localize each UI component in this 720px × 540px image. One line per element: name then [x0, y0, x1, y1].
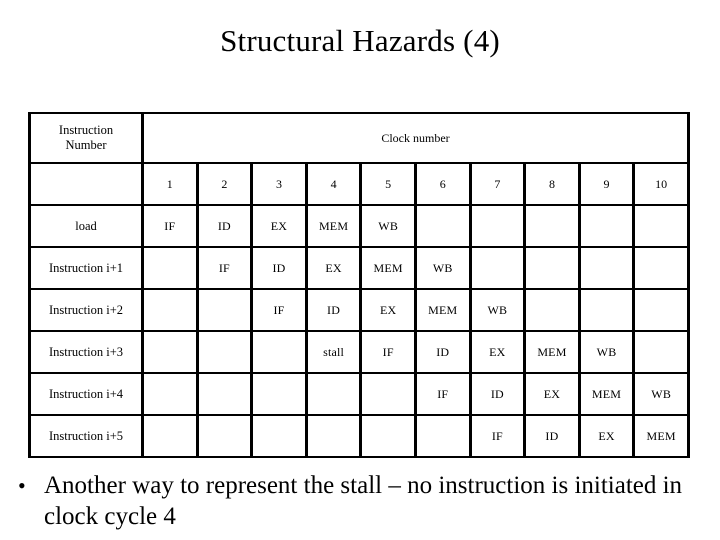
- table-row: Instruction i+1 IF ID EX MEM WB: [28, 246, 690, 290]
- header-instruction-number: Instruction Number: [28, 112, 144, 164]
- cell-i5-c4: [304, 414, 363, 458]
- bullet-point-icon: •: [18, 473, 26, 498]
- cell-i2-c10: [632, 288, 690, 332]
- clock-number-4: 4: [304, 162, 363, 206]
- clock-number-row: 1 2 3 4 5 6 7 8 9 10: [28, 162, 690, 206]
- clock-number-1: 1: [141, 162, 199, 206]
- slide-canvas: Structural Hazards (4) Instruction Numbe…: [0, 0, 720, 540]
- row-label-instruction-i2: Instruction i+2: [28, 288, 144, 332]
- cell-i2-c8: [523, 288, 581, 332]
- row-label-load: load: [28, 204, 144, 248]
- header-clock-number: Clock number: [141, 112, 690, 164]
- cell-i4-c9: MEM: [577, 372, 636, 416]
- cell-i4-c8: EX: [523, 372, 581, 416]
- cell-i1-c1: [141, 246, 199, 290]
- cell-i4-c1: [141, 372, 199, 416]
- cell-i3-c9: WB: [577, 330, 636, 374]
- clock-row-blank-corner: [28, 162, 144, 206]
- cell-i1-c2: IF: [195, 246, 254, 290]
- row-label-instruction-i3: Instruction i+3: [28, 330, 144, 374]
- list-item: • Another way to represent the stall – n…: [14, 470, 704, 532]
- cell-i2-c3: IF: [250, 288, 308, 332]
- clock-number-8: 8: [523, 162, 581, 206]
- cell-i3-c5: IF: [359, 330, 417, 374]
- cell-i4-c4: [304, 372, 363, 416]
- table-row: Instruction i+3 stall IF ID EX MEM WB: [28, 330, 690, 374]
- cell-i3-c3: [250, 330, 308, 374]
- cell-i2-c9: [577, 288, 636, 332]
- cell-i1-c9: [577, 246, 636, 290]
- cell-load-c9: [577, 204, 636, 248]
- cell-load-c6: [413, 204, 472, 248]
- cell-i5-c5: [359, 414, 417, 458]
- cell-i1-c6: WB: [413, 246, 472, 290]
- row-label-instruction-i4: Instruction i+4: [28, 372, 144, 416]
- row-label-instruction-i5: Instruction i+5: [28, 414, 144, 458]
- clock-number-5: 5: [359, 162, 417, 206]
- clock-number-9: 9: [577, 162, 636, 206]
- cell-i5-c7: IF: [468, 414, 527, 458]
- table-header-row: Instruction Number Clock number: [28, 112, 690, 164]
- cell-i4-c2: [195, 372, 254, 416]
- cell-load-c10: [632, 204, 690, 248]
- cell-i5-c8: ID: [523, 414, 581, 458]
- row-label-instruction-i1: Instruction i+1: [28, 246, 144, 290]
- cell-i3-c8: MEM: [523, 330, 581, 374]
- cell-load-c3: EX: [250, 204, 308, 248]
- bullet-text: Another way to represent the stall – no …: [44, 472, 683, 530]
- cell-i2-c7: WB: [468, 288, 527, 332]
- cell-i1-c4: EX: [304, 246, 363, 290]
- clock-number-2: 2: [195, 162, 254, 206]
- cell-i5-c3: [250, 414, 308, 458]
- cell-i3-c10: [632, 330, 690, 374]
- cell-i4-c3: [250, 372, 308, 416]
- cell-i4-c7: ID: [468, 372, 527, 416]
- clock-number-7: 7: [468, 162, 527, 206]
- clock-number-6: 6: [413, 162, 472, 206]
- cell-load-c1: IF: [141, 204, 199, 248]
- bullet-list: • Another way to represent the stall – n…: [14, 470, 704, 532]
- cell-i2-c5: EX: [359, 288, 417, 332]
- cell-i2-c1: [141, 288, 199, 332]
- cell-load-c5: WB: [359, 204, 417, 248]
- cell-i1-c10: [632, 246, 690, 290]
- cell-i2-c6: MEM: [413, 288, 472, 332]
- table-row: Instruction i+4 IF ID EX MEM WB: [28, 372, 690, 416]
- cell-i2-c4: ID: [304, 288, 363, 332]
- clock-number-10: 10: [632, 162, 690, 206]
- cell-i1-c7: [468, 246, 527, 290]
- cell-i2-c2: [195, 288, 254, 332]
- page-title: Structural Hazards (4): [220, 23, 500, 58]
- cell-i4-c6: IF: [413, 372, 472, 416]
- cell-load-c4: MEM: [304, 204, 363, 248]
- pipeline-table: Instruction Number Clock number 1 2 3 4 …: [28, 112, 690, 458]
- table-row: load IF ID EX MEM WB: [28, 204, 690, 248]
- cell-i3-c7: EX: [468, 330, 527, 374]
- cell-i4-c5: [359, 372, 417, 416]
- cell-i1-c3: ID: [250, 246, 308, 290]
- cell-load-c2: ID: [195, 204, 254, 248]
- cell-i3-c4-stall: stall: [304, 330, 363, 374]
- table-row: Instruction i+5 IF ID EX MEM: [28, 414, 690, 458]
- cell-i5-c10: MEM: [632, 414, 690, 458]
- cell-i1-c5: MEM: [359, 246, 417, 290]
- cell-i5-c1: [141, 414, 199, 458]
- pipeline-table-container: Instruction Number Clock number 1 2 3 4 …: [28, 112, 690, 458]
- cell-i1-c8: [523, 246, 581, 290]
- header-instruction-line2: Number: [65, 138, 107, 152]
- cell-i5-c2: [195, 414, 254, 458]
- clock-number-3: 3: [250, 162, 308, 206]
- cell-i3-c1: [141, 330, 199, 374]
- header-instruction-line1: Instruction: [58, 123, 114, 137]
- cell-i5-c9: EX: [577, 414, 636, 458]
- table-row: Instruction i+2 IF ID EX MEM WB: [28, 288, 690, 332]
- cell-i4-c10: WB: [632, 372, 690, 416]
- cell-i5-c6: [413, 414, 472, 458]
- cell-load-c8: [523, 204, 581, 248]
- cell-i3-c2: [195, 330, 254, 374]
- cell-i3-c6: ID: [413, 330, 472, 374]
- cell-load-c7: [468, 204, 527, 248]
- pipeline-table-body: Instruction Number Clock number 1 2 3 4 …: [28, 112, 690, 458]
